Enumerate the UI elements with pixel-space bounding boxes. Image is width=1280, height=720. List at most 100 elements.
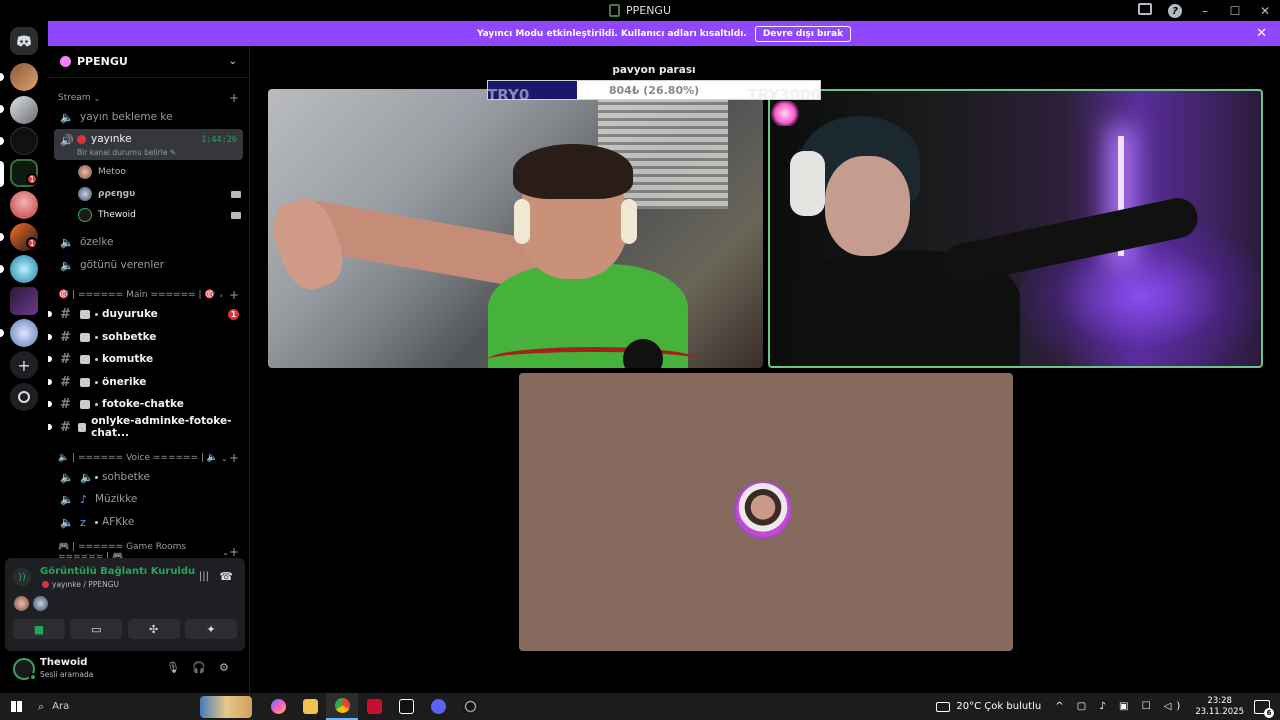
taskbar-capcut[interactable]: [390, 693, 422, 720]
voice-user[interactable]: Metoo: [78, 163, 241, 181]
server-icon-9[interactable]: [10, 319, 38, 347]
add-channel-button[interactable]: +: [229, 288, 239, 302]
text-channel[interactable]: # onlyke-adminke-fotoke-chat...: [48, 415, 243, 439]
category-game-rooms[interactable]: 🎮 | ====== Game Rooms ====== | 🎮 ⌄ +: [58, 542, 239, 562]
voice-user[interactable]: ρρєηgυ: [78, 185, 241, 203]
taskbar-obs[interactable]: [454, 693, 486, 720]
maximize-button[interactable]: ☐: [1220, 4, 1250, 18]
guild-boost-icon: [60, 56, 71, 67]
camera-button[interactable]: ■: [13, 619, 65, 639]
taskbar-copilot[interactable]: [262, 693, 294, 720]
text-channel[interactable]: # fotoke-chatke: [48, 393, 243, 415]
discover-icon[interactable]: [10, 383, 38, 411]
add-server-icon[interactable]: +: [10, 351, 38, 379]
speaker-icon: 🔈: [60, 235, 74, 249]
unread-pip: [48, 311, 52, 317]
avatar[interactable]: [33, 596, 48, 611]
server-icon-7[interactable]: [10, 255, 38, 283]
headphones-icon[interactable]: 🎧: [192, 661, 206, 674]
headphone: [790, 151, 825, 216]
copilot-icon: [270, 699, 286, 714]
server-icon-2[interactable]: [10, 96, 38, 124]
channel-name: Müzikke: [95, 493, 138, 505]
text-channel[interactable]: # sohbetke: [48, 326, 243, 348]
user-panel: Thewoid Sesli aramada 🎙 🎧 ⚙: [5, 653, 245, 691]
camera-emoji-icon: [80, 399, 90, 409]
active-voice-channel[interactable]: 🔊 yayınke Bir kanal durumu belirle ✎ 1:4…: [54, 129, 243, 160]
connection-signal-icon[interactable]: )): [13, 568, 31, 586]
taskbar-app-red[interactable]: [358, 693, 390, 720]
video-chair: [488, 347, 698, 368]
taskbar-clock[interactable]: 23:28 23.11.2025: [1195, 696, 1244, 718]
taskbar-chrome[interactable]: [326, 693, 358, 720]
voice-channel[interactable]: 🔈 yayın bekleme ke: [54, 106, 243, 128]
text-channel[interactable]: # duyuruke 1: [48, 303, 243, 325]
dot-icon: [95, 520, 98, 524]
channel-name: sohbetke: [102, 331, 157, 343]
disable-streamer-mode-button[interactable]: Devre dışı bırak: [754, 25, 852, 42]
add-channel-button[interactable]: +: [229, 545, 239, 559]
server-icon-1[interactable]: [10, 63, 38, 91]
server-unread-pip: [0, 233, 4, 241]
activities-button[interactable]: ✣: [127, 619, 180, 639]
avatar: [78, 165, 92, 179]
close-window-button[interactable]: ✕: [1250, 4, 1280, 18]
video-tile-speaking[interactable]: [768, 89, 1263, 368]
server-icon-5[interactable]: [10, 191, 38, 219]
voice-channel[interactable]: 🔈 🔈 sohbetke: [54, 466, 243, 488]
avatar[interactable]: [14, 596, 29, 611]
avatar: [78, 187, 92, 201]
voice-status-title[interactable]: Görüntülü Bağlantı Kuruldu: [40, 566, 195, 577]
discord-home-icon[interactable]: [10, 27, 38, 55]
text-channel[interactable]: # önerike: [48, 371, 243, 393]
search-highlight-art[interactable]: [200, 695, 252, 718]
channel-name-row: yayınke: [77, 133, 132, 145]
camera-icon: [231, 211, 241, 219]
gear-icon[interactable]: ⚙: [219, 661, 229, 674]
donation-goal-overlay: pavyon parası 804₺ (26.80%) TRY0 TRY3000: [487, 64, 821, 104]
taskbar-search[interactable]: ⌕ Ara: [32, 693, 222, 720]
username[interactable]: Thewoid: [40, 657, 87, 668]
taskbar-file-explorer[interactable]: [294, 693, 326, 720]
voice-user[interactable]: Thewoid: [78, 206, 241, 224]
category-label: 🎯 | ====== Main ====== | 🎯: [58, 290, 216, 300]
voice-channel[interactable]: 🔈 götünü verenler: [54, 254, 243, 276]
server-icon-3[interactable]: [10, 127, 38, 155]
video-tile-avatar[interactable]: [519, 373, 1013, 651]
noise-suppression-icon[interactable]: |||: [199, 571, 209, 582]
inbox-button[interactable]: [1130, 3, 1160, 18]
screen-share-button[interactable]: ▭: [70, 619, 123, 639]
add-channel-button[interactable]: +: [229, 451, 239, 465]
banner-text: Yayıncı Modu etkinleştirildi. Kullanıcı …: [476, 28, 747, 39]
obs-icon: [462, 699, 478, 714]
guild-header[interactable]: PPENGU ⌄: [48, 46, 249, 78]
voice-channel[interactable]: 🔈 z AFKke: [54, 511, 243, 533]
disconnect-icon[interactable]: ☎: [219, 570, 233, 583]
channel-name: onlyke-adminke-fotoke-chat...: [91, 415, 232, 439]
channel-status[interactable]: Bir kanal durumu belirle ✎: [77, 148, 176, 157]
text-channel[interactable]: # komutke: [48, 348, 243, 370]
category-stream[interactable]: Stream ⌄ +: [58, 91, 239, 105]
weather-widget[interactable]: 20°C Çok bulutlu: [936, 701, 1041, 712]
capcut-icon: [398, 699, 414, 714]
help-button[interactable]: ?: [1160, 3, 1190, 19]
microphone-icon[interactable]: 🎙: [166, 661, 180, 674]
voice-channel[interactable]: 🔈 özelke: [54, 231, 243, 253]
channel-name: yayınke: [91, 133, 132, 145]
add-channel-button[interactable]: +: [229, 91, 239, 105]
category-main[interactable]: 🎯 | ====== Main ====== | 🎯 › +: [58, 288, 239, 302]
taskbar-discord[interactable]: [422, 693, 454, 720]
category-voice[interactable]: 🔈 | ====== Voice ====== | 🔈 ⌄ +: [58, 451, 239, 465]
soundboard-button[interactable]: ✦: [184, 619, 237, 639]
server-icon-8[interactable]: [10, 287, 38, 315]
participant-avatar[interactable]: [734, 481, 792, 539]
server-unread-pip: [0, 265, 4, 273]
minimize-button[interactable]: –: [1190, 4, 1220, 18]
video-tile-ppengu[interactable]: [268, 89, 763, 368]
notification-center-icon[interactable]: 6: [1254, 699, 1274, 718]
banner-close-icon[interactable]: ✕: [1256, 26, 1267, 41]
sleep-icon: z: [80, 515, 86, 529]
tray-icons[interactable]: ^ ▢ ♪ ▣ ☐ ◁): [1055, 701, 1185, 712]
start-button[interactable]: [0, 701, 32, 712]
voice-channel[interactable]: 🔈 ♪ Müzikke: [54, 488, 243, 510]
